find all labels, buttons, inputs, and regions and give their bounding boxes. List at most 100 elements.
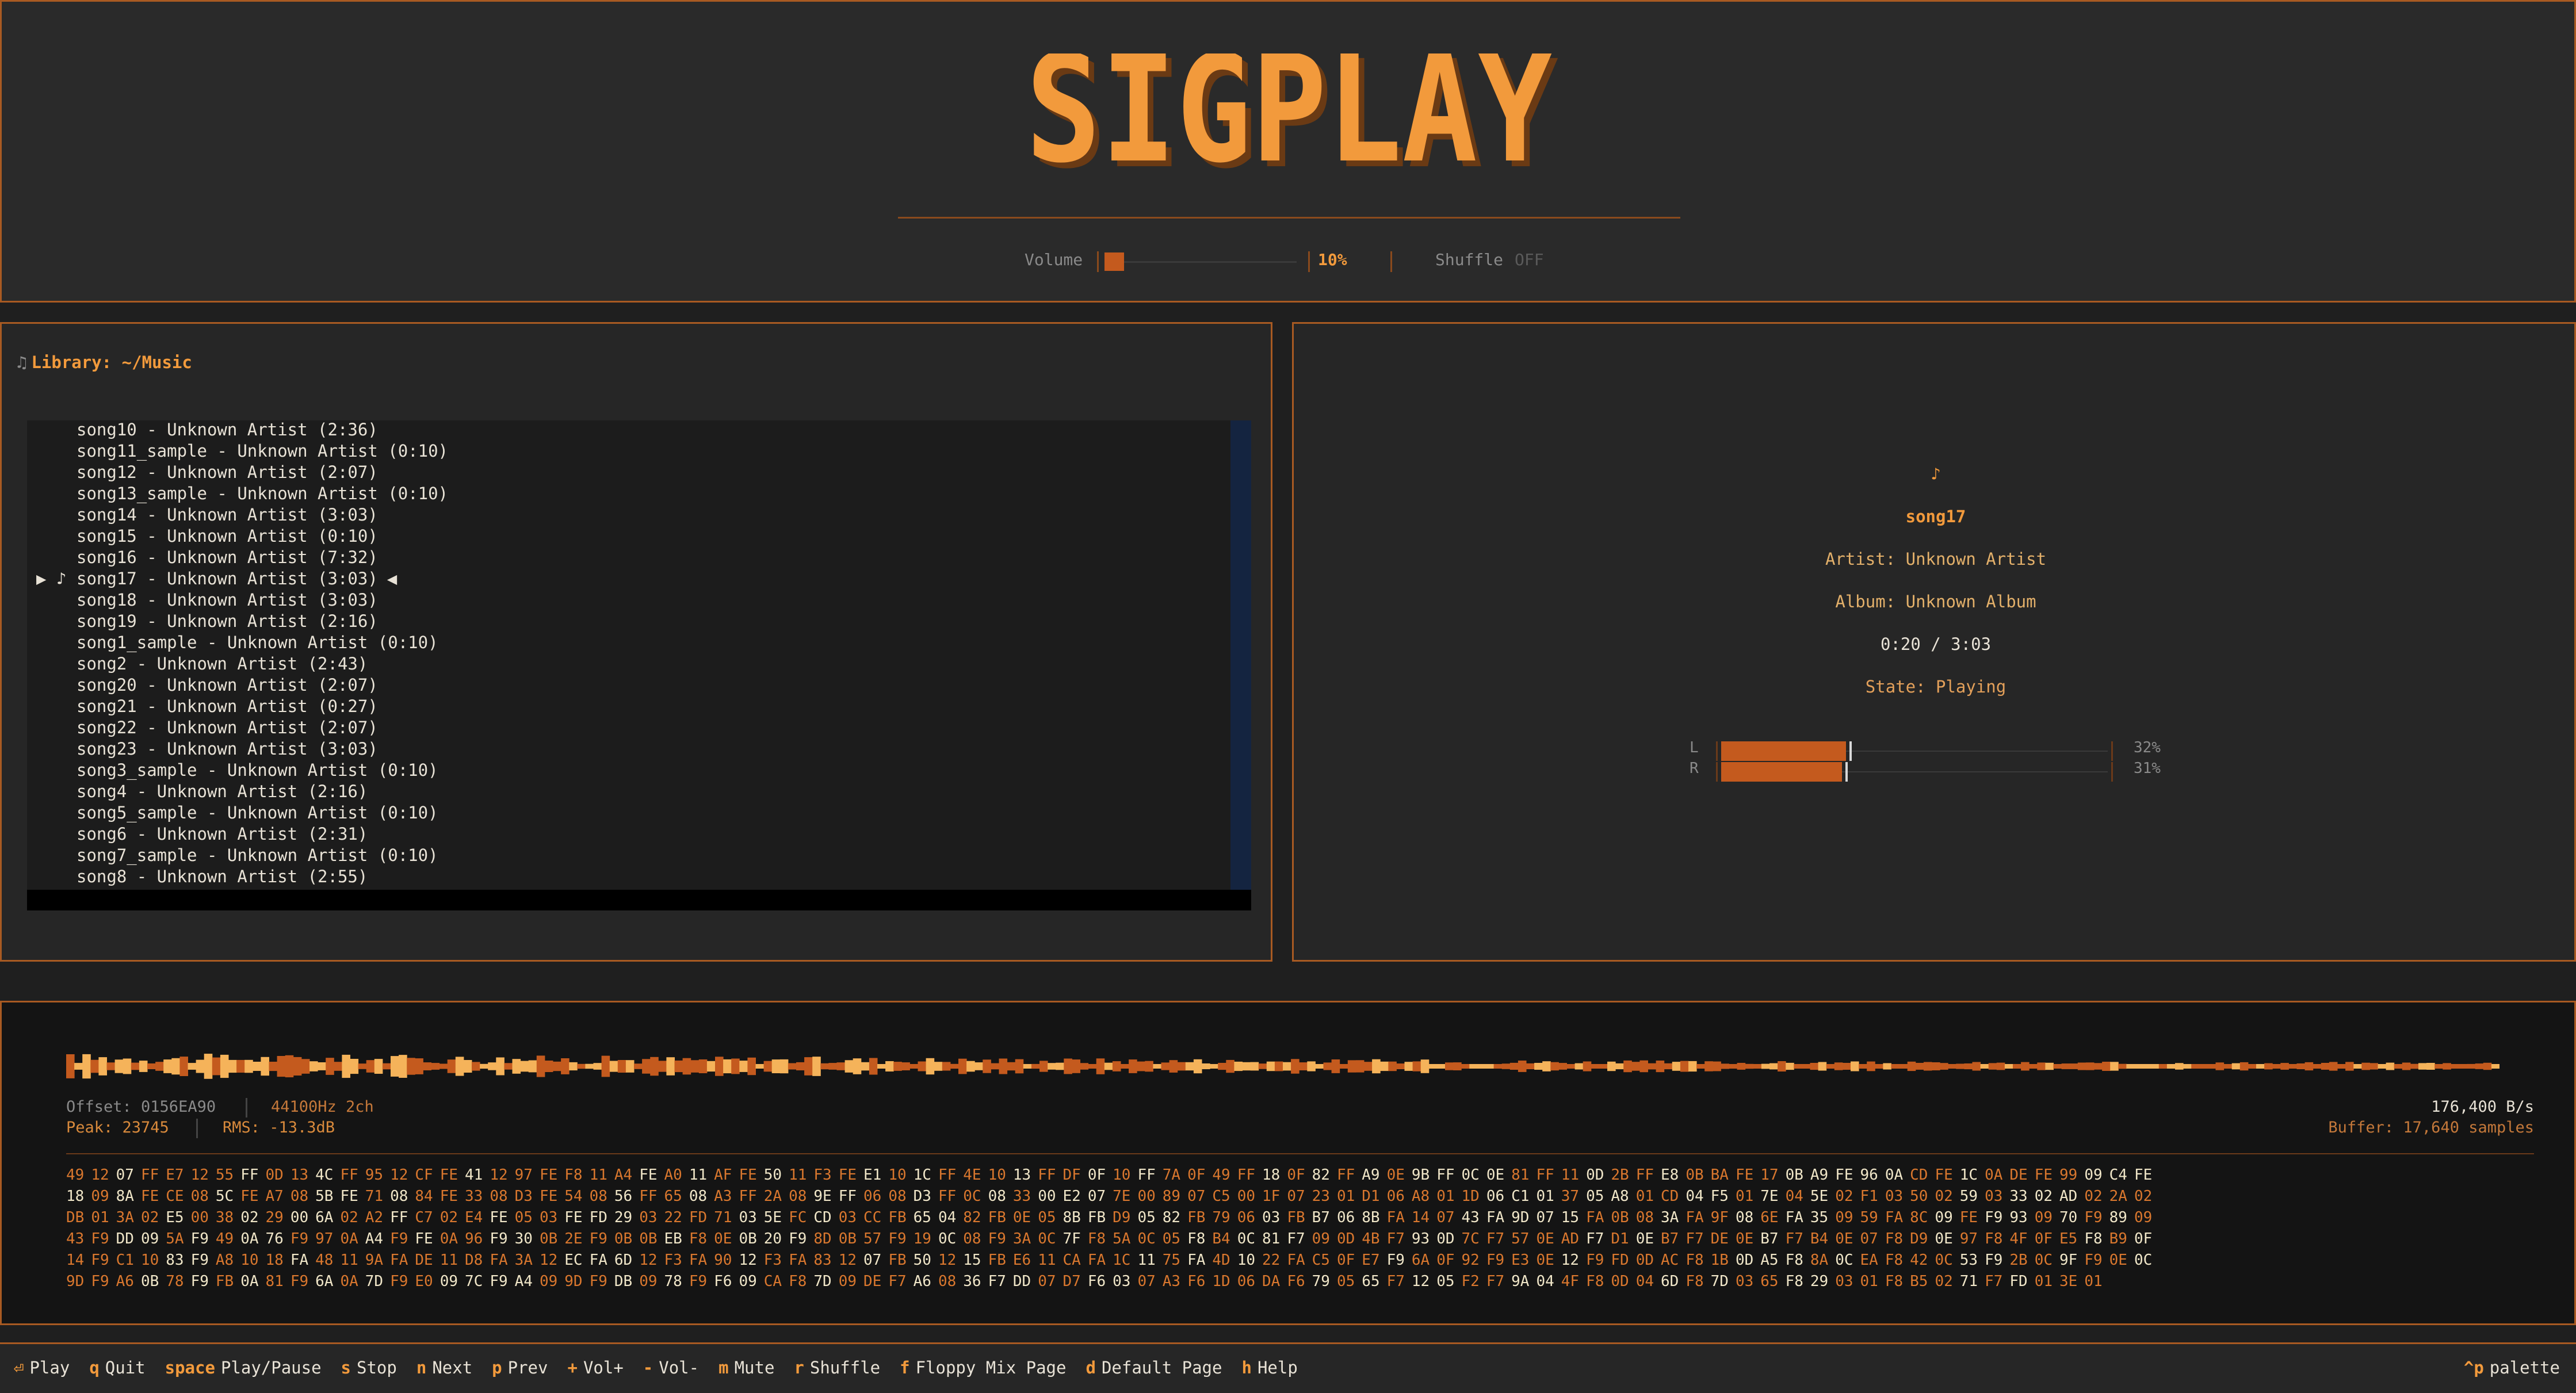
hex-byte: 12 [190,1166,209,1184]
hex-byte: 00 [1137,1188,1156,1205]
waveform-bar [350,1059,359,1074]
library-song-item[interactable]: song7_sample - Unknown Artist (0:10) [36,845,448,866]
hex-byte: F8 [689,1230,708,1247]
waveform-bar [2158,1064,2168,1069]
library-horizontal-scrollbar[interactable] [27,890,1251,910]
waveform-bar [2345,1062,2354,1071]
waveform-bar [690,1060,700,1073]
library-song-item[interactable]: song13_sample - Unknown Artist (0:10) [36,483,448,504]
library-song-item[interactable]: song21 - Unknown Artist (0:27) [36,696,448,717]
waveform-bar [472,1062,480,1071]
hex-byte: 48 [315,1252,334,1269]
keybinding-item[interactable]: - Vol- [643,1358,718,1377]
shuffle-status[interactable]: OFF [1515,250,1544,269]
library-song-item[interactable]: song11_sample - Unknown Artist (0:10) [36,441,448,462]
waveform-bar [106,1062,116,1070]
hex-byte: 07 [1087,1188,1106,1205]
waveform-bar [2394,1064,2403,1069]
keybinding-item[interactable]: h Help [1241,1358,1317,1377]
waveform-bar [2077,1062,2086,1070]
hex-byte: 20 [763,1230,782,1247]
hex-byte: FA [589,1252,607,1269]
library-song-item[interactable]: song8 - Unknown Artist (2:55) [36,866,448,887]
library-song-item[interactable]: song1_sample - Unknown Artist (0:10) [36,632,448,653]
hex-byte: 08 [1635,1209,1654,1226]
library-song-item[interactable]: song5_sample - Unknown Artist (0:10) [36,802,448,824]
hex-byte: 6D [1661,1273,1679,1290]
library-song-item[interactable]: song4 - Unknown Artist (2:16) [36,781,448,802]
waveform-bar [1380,1061,1389,1071]
hex-byte: FE [564,1209,583,1226]
palette-hint[interactable]: ^p palette [2464,1358,2560,1377]
hex-byte: 13 [1012,1166,1031,1184]
hex-byte: 00 [1237,1188,1255,1205]
keybinding-item[interactable]: + Vol+ [567,1358,643,1377]
library-song-item[interactable]: song22 - Unknown Artist (2:07) [36,717,448,738]
waveform-bar [1518,1061,1527,1072]
library-song-item[interactable]: song19 - Unknown Artist (2:16) [36,611,448,632]
keybinding-item[interactable]: f Floppy Mix Page [900,1358,1086,1377]
hex-byte: 0B [539,1230,558,1247]
volume-slider[interactable] [1097,251,1310,272]
keybinding-item[interactable]: d Default Page [1086,1358,1241,1377]
waveform-bar [155,1062,164,1071]
library-song-item[interactable]: song6 - Unknown Artist (2:31) [36,824,448,845]
hex-byte: 05 [1162,1230,1181,1247]
library-song-item[interactable]: song2 - Unknown Artist (2:43) [36,653,448,675]
waveform-bar [2013,1064,2021,1069]
library-song-item[interactable]: song20 - Unknown Artist (2:07) [36,675,448,696]
waveform-bar [739,1061,748,1072]
hex-byte: F9 [589,1273,607,1290]
library-song-item[interactable]: song15 - Unknown Artist (0:10) [36,526,448,547]
waveform-bar [2199,1064,2208,1069]
library-song-label: song4 - Unknown Artist (2:16) [77,782,368,801]
hex-byte: 12 [739,1252,757,1269]
waveform-bar [391,1056,399,1077]
hex-byte: 82 [963,1209,981,1226]
library-song-item[interactable]: song14 - Unknown Artist (3:03) [36,504,448,526]
hex-byte: 0F [1287,1166,1305,1184]
hex-byte: FE [340,1188,358,1205]
waveform-bar [544,1061,553,1072]
library-song-label: song18 - Unknown Artist (3:03) [77,590,378,610]
hex-byte: 9A [365,1252,384,1269]
library-scrollbar[interactable] [1230,420,1251,890]
library-song-item[interactable]: song3_sample - Unknown Artist (0:10) [36,760,448,781]
hex-byte: 59 [1959,1188,1978,1205]
keybinding-item[interactable]: ⏎ Play [14,1358,89,1377]
library-song-item[interactable]: ▶ ♪ song17 - Unknown Artist (3:03) ◀ [36,568,448,590]
waveform-bar [1745,1063,1754,1069]
library-song-item[interactable]: song12 - Unknown Artist (2:07) [36,462,448,483]
playing-marker-end: ◀ [387,569,398,588]
library-song-item[interactable]: song18 - Unknown Artist (3:03) [36,590,448,611]
hex-byte: 0D [1735,1252,1754,1269]
waveform-bar [918,1061,927,1071]
hex-byte: E3 [1511,1252,1530,1269]
hex-byte: 10 [1237,1252,1255,1269]
library-song-item[interactable]: song16 - Unknown Artist (7:32) [36,547,448,568]
keybinding-item[interactable]: s Stop [341,1358,416,1377]
keybinding-item[interactable]: m Mute [718,1358,794,1377]
hex-byte: A7 [265,1188,284,1205]
hex-byte: F5 [1710,1188,1729,1205]
waveform-bar [269,1062,278,1071]
waveform-bar [1355,1060,1365,1073]
keybinding-item[interactable]: p Prev [492,1358,567,1377]
hex-byte: EA [1860,1252,1878,1269]
volume-fill [1104,252,1125,271]
keybinding-item[interactable]: r Shuffle [794,1358,900,1377]
hex-byte: D9 [1910,1230,1928,1247]
waveform-bar [1412,1061,1421,1071]
library-song-item[interactable]: song23 - Unknown Artist (3:03) [36,738,448,760]
library-song-item[interactable]: song10 - Unknown Artist (2:36) [36,419,448,441]
meter-left-peak [1849,741,1852,761]
keybinding-item[interactable]: q Quit [89,1358,165,1377]
keybinding-item[interactable]: n Next [416,1358,492,1377]
waveform-bar [650,1057,659,1076]
keybinding-item[interactable]: space Play/Pause [165,1358,341,1377]
library-song-label: song6 - Unknown Artist (2:31) [77,824,368,844]
waveform-bar [1210,1064,1218,1069]
hex-byte: FA [1287,1252,1305,1269]
hex-byte: FB [1187,1209,1206,1226]
waveform-bar [723,1059,732,1074]
